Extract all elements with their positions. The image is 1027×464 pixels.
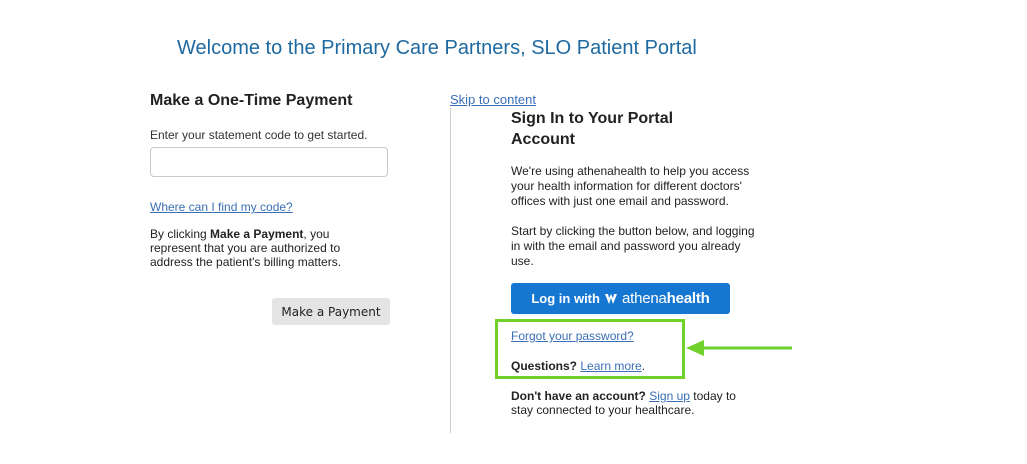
annotation-arrow-icon: [686, 340, 792, 356]
payment-authorization-text: By clicking Make a Payment, you represen…: [150, 227, 360, 269]
sign-up-link[interactable]: Sign up: [649, 389, 690, 403]
auth-bold: Make a Payment: [210, 227, 304, 241]
skip-to-content-link[interactable]: Skip to content: [450, 92, 536, 107]
no-account-label: Don't have an account?: [511, 389, 646, 403]
learn-more-suffix: .: [641, 359, 646, 373]
athenahealth-wordmark: athenahealth: [622, 290, 710, 307]
find-code-link[interactable]: Where can I find my code?: [150, 200, 293, 214]
athenahealth-logo-icon: [604, 293, 617, 304]
signin-heading: Sign In to Your Portal Account: [511, 110, 674, 148]
learn-more-link[interactable]: Learn more: [580, 359, 641, 373]
questions-line: Questions? Learn more.: [511, 359, 645, 373]
payment-heading: Make a One-Time Payment: [150, 92, 353, 109]
brand-bold: health: [666, 290, 710, 307]
signin-info-paragraph-2: Start by clicking the button below, and …: [511, 224, 755, 268]
auth-prefix: By clicking: [150, 227, 211, 241]
signin-info-paragraph-1: We're using athenahealth to help you acc…: [511, 164, 750, 208]
login-prefix: Log in with: [531, 291, 600, 306]
statement-code-input[interactable]: [150, 147, 388, 177]
forgot-password-link[interactable]: Forgot your password?: [511, 329, 634, 343]
login-with-athenahealth-button[interactable]: Log in with athenahealth: [511, 283, 730, 314]
questions-label: Questions?: [511, 359, 578, 373]
payment-prompt: Enter your statement code to get started…: [150, 128, 368, 142]
signup-text: Don't have an account? Sign up today to …: [511, 389, 751, 417]
brand-light: athena: [621, 290, 667, 307]
column-divider: [450, 108, 451, 433]
make-payment-button[interactable]: Make a Payment: [272, 298, 390, 325]
page-title: Welcome to the Primary Care Partners, SL…: [177, 37, 697, 59]
